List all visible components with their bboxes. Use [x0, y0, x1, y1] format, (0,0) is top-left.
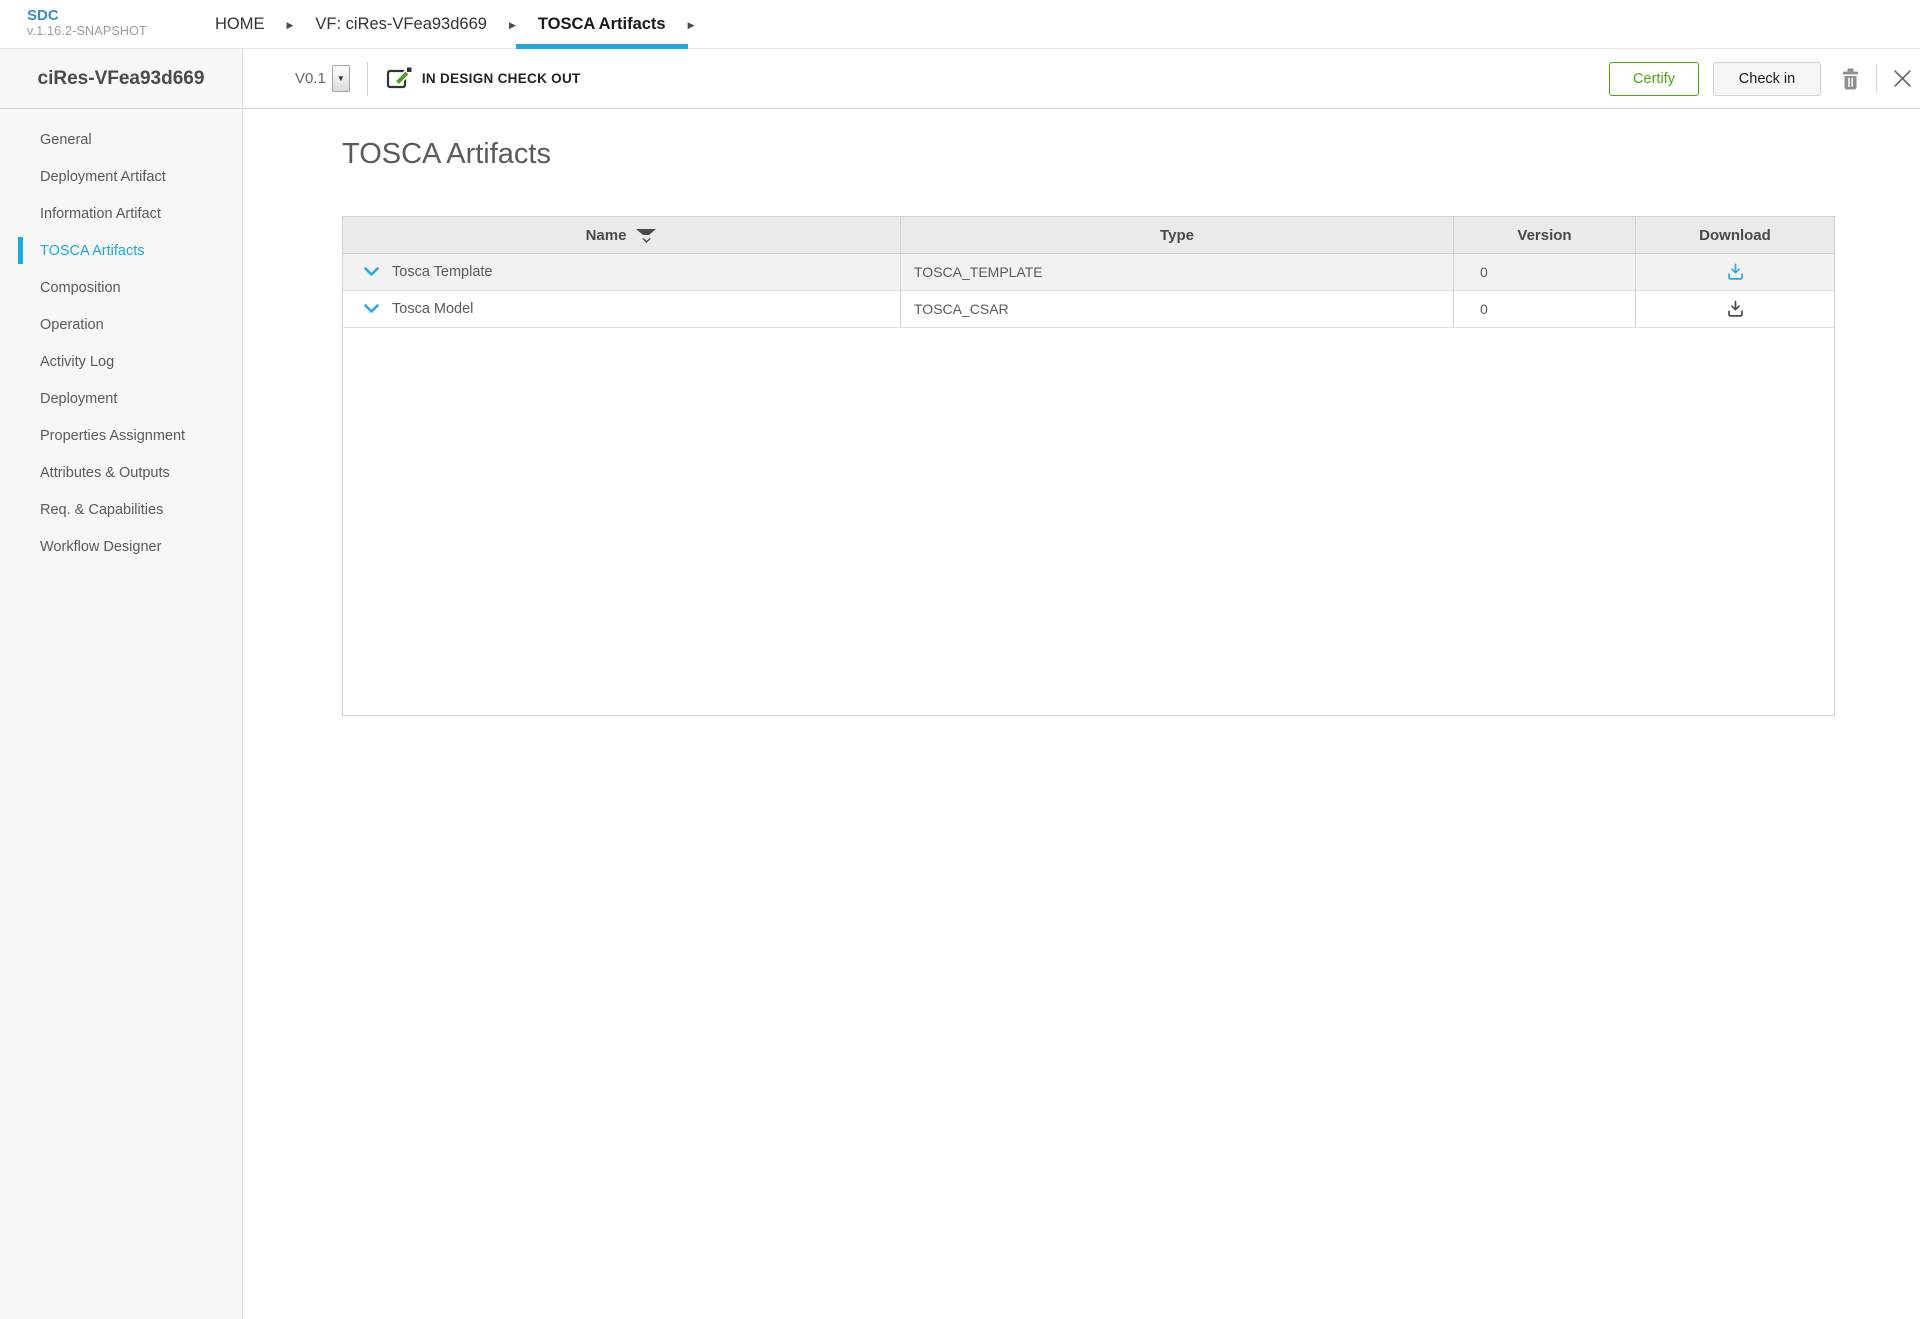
- table-header-version-label: Version: [1517, 227, 1571, 244]
- breadcrumb-separator-icon: ▶: [509, 0, 516, 49]
- breadcrumb-vf[interactable]: VF: ciRes-VFea93d669: [293, 0, 509, 49]
- breadcrumb-separator-icon: ▶: [287, 0, 294, 49]
- version-selector[interactable]: ▼: [332, 65, 350, 92]
- caret-down-icon: ▼: [337, 74, 345, 83]
- checkout-status-icon: [385, 66, 412, 91]
- sidebar-item-label: Deployment Artifact: [40, 169, 166, 185]
- sidebar-item-label: Attributes & Outputs: [40, 465, 170, 481]
- breadcrumb: HOME ▶ VF: ciRes-VFea93d669 ▶ TOSCA Arti…: [193, 0, 695, 49]
- sidebar-item-label: General: [40, 132, 92, 148]
- artifact-name: Tosca Model: [392, 301, 473, 317]
- sidebar-item-composition[interactable]: Composition: [0, 269, 242, 306]
- sidebar-item-label: Operation: [40, 317, 104, 333]
- table-header-name-label: Name: [586, 227, 627, 244]
- download-cell: [1636, 291, 1834, 327]
- app-logo-text: SDC: [27, 7, 147, 24]
- certify-button[interactable]: Certify: [1609, 62, 1699, 96]
- sidebar-item-operation[interactable]: Operation: [0, 306, 242, 343]
- type-cell: TOSCA_TEMPLATE: [901, 254, 1454, 290]
- table-row-tosca-model[interactable]: Tosca Model TOSCA_CSAR 0: [343, 291, 1834, 328]
- workspace-header: ciRes-VFea93d669 V0.1 ▼ IN DESIGN CHECK …: [0, 49, 1920, 109]
- name-cell: Tosca Model: [343, 291, 901, 327]
- sidebar-item-label: Deployment: [40, 391, 117, 407]
- sidebar-item-deployment[interactable]: Deployment: [0, 380, 242, 417]
- app-version: v.1.16.2-SNAPSHOT: [27, 24, 147, 38]
- expand-chevron-icon[interactable]: [364, 304, 379, 314]
- toolbar-divider: [1876, 64, 1877, 94]
- version-cell: 0: [1454, 254, 1636, 290]
- sidebar-item-req-capabilities[interactable]: Req. & Capabilities: [0, 491, 242, 528]
- sidebar-item-label: Activity Log: [40, 354, 114, 370]
- expand-chevron-icon[interactable]: [364, 267, 379, 277]
- breadcrumb-separator-icon: ▶: [688, 0, 695, 49]
- sort-icon: [635, 228, 657, 244]
- sidebar-item-label: Properties Assignment: [40, 428, 185, 444]
- name-cell: Tosca Template: [343, 254, 901, 290]
- table-header-version: Version: [1454, 217, 1636, 253]
- sidebar-item-label: Information Artifact: [40, 206, 161, 222]
- download-icon[interactable]: [1727, 263, 1744, 281]
- workspace-toolbar: V0.1 ▼ IN DESIGN CHECK OUT Certify Check…: [243, 49, 1920, 108]
- table-header-download-label: Download: [1699, 227, 1771, 244]
- sidebar-item-label: TOSCA Artifacts: [40, 243, 145, 259]
- version-cell: 0: [1454, 291, 1636, 327]
- check-in-button[interactable]: Check in: [1713, 62, 1821, 96]
- table-header-row: Name Type Version Download: [343, 217, 1834, 254]
- main-content: TOSCA Artifacts Name Type Version: [244, 110, 1920, 1319]
- tosca-artifacts-table: Name Type Version Download: [342, 216, 1835, 716]
- sidebar-item-properties-assignment[interactable]: Properties Assignment: [0, 417, 242, 454]
- breadcrumb-vf-label: VF: ciRes-VFea93d669: [315, 15, 487, 34]
- table-header-type: Type: [901, 217, 1454, 253]
- table-header-type-label: Type: [1160, 227, 1194, 244]
- toolbar-divider: [367, 62, 368, 96]
- sidebar-item-activity-log[interactable]: Activity Log: [0, 343, 242, 380]
- sidebar-item-label: Req. & Capabilities: [40, 502, 163, 518]
- breadcrumb-tosca-artifacts[interactable]: TOSCA Artifacts: [516, 0, 688, 49]
- sidebar-item-deployment-artifact[interactable]: Deployment Artifact: [0, 158, 242, 195]
- page-title: TOSCA Artifacts: [342, 138, 551, 171]
- app-logo: SDC v.1.16.2-SNAPSHOT: [27, 7, 147, 39]
- sidebar-item-information-artifact[interactable]: Information Artifact: [0, 195, 242, 232]
- entity-name: ciRes-VFea93d669: [0, 49, 243, 108]
- breadcrumb-home[interactable]: HOME: [193, 0, 287, 49]
- delete-button[interactable]: [1841, 68, 1860, 90]
- download-cell: [1636, 254, 1834, 290]
- sidebar-item-tosca-artifacts[interactable]: TOSCA Artifacts: [0, 232, 242, 269]
- trash-icon: [1841, 68, 1860, 90]
- table-header-download: Download: [1636, 217, 1834, 253]
- close-button[interactable]: [1893, 69, 1912, 88]
- top-nav: SDC v.1.16.2-SNAPSHOT HOME ▶ VF: ciRes-V…: [0, 0, 1920, 49]
- table-header-name[interactable]: Name: [343, 217, 901, 253]
- breadcrumb-tosca-artifacts-label: TOSCA Artifacts: [538, 15, 666, 34]
- sidebar-item-general[interactable]: General: [0, 121, 242, 158]
- sidebar-item-attributes-outputs[interactable]: Attributes & Outputs: [0, 454, 242, 491]
- sidebar-item-workflow-designer[interactable]: Workflow Designer: [0, 528, 242, 565]
- version-label: V0.1: [295, 70, 326, 87]
- sidebar-item-label: Composition: [40, 280, 121, 296]
- download-icon[interactable]: [1727, 300, 1744, 318]
- breadcrumb-home-label: HOME: [215, 15, 265, 34]
- type-cell: TOSCA_CSAR: [901, 291, 1454, 327]
- close-icon: [1893, 69, 1912, 88]
- table-row-tosca-template[interactable]: Tosca Template TOSCA_TEMPLATE 0: [343, 254, 1834, 291]
- artifact-name: Tosca Template: [392, 264, 492, 280]
- lifecycle-status: IN DESIGN CHECK OUT: [422, 71, 581, 86]
- sdc-workspace: SDC v.1.16.2-SNAPSHOT HOME ▶ VF: ciRes-V…: [0, 0, 1920, 1319]
- workspace-sidebar: General Deployment Artifact Information …: [0, 110, 243, 1319]
- sidebar-item-label: Workflow Designer: [40, 539, 161, 555]
